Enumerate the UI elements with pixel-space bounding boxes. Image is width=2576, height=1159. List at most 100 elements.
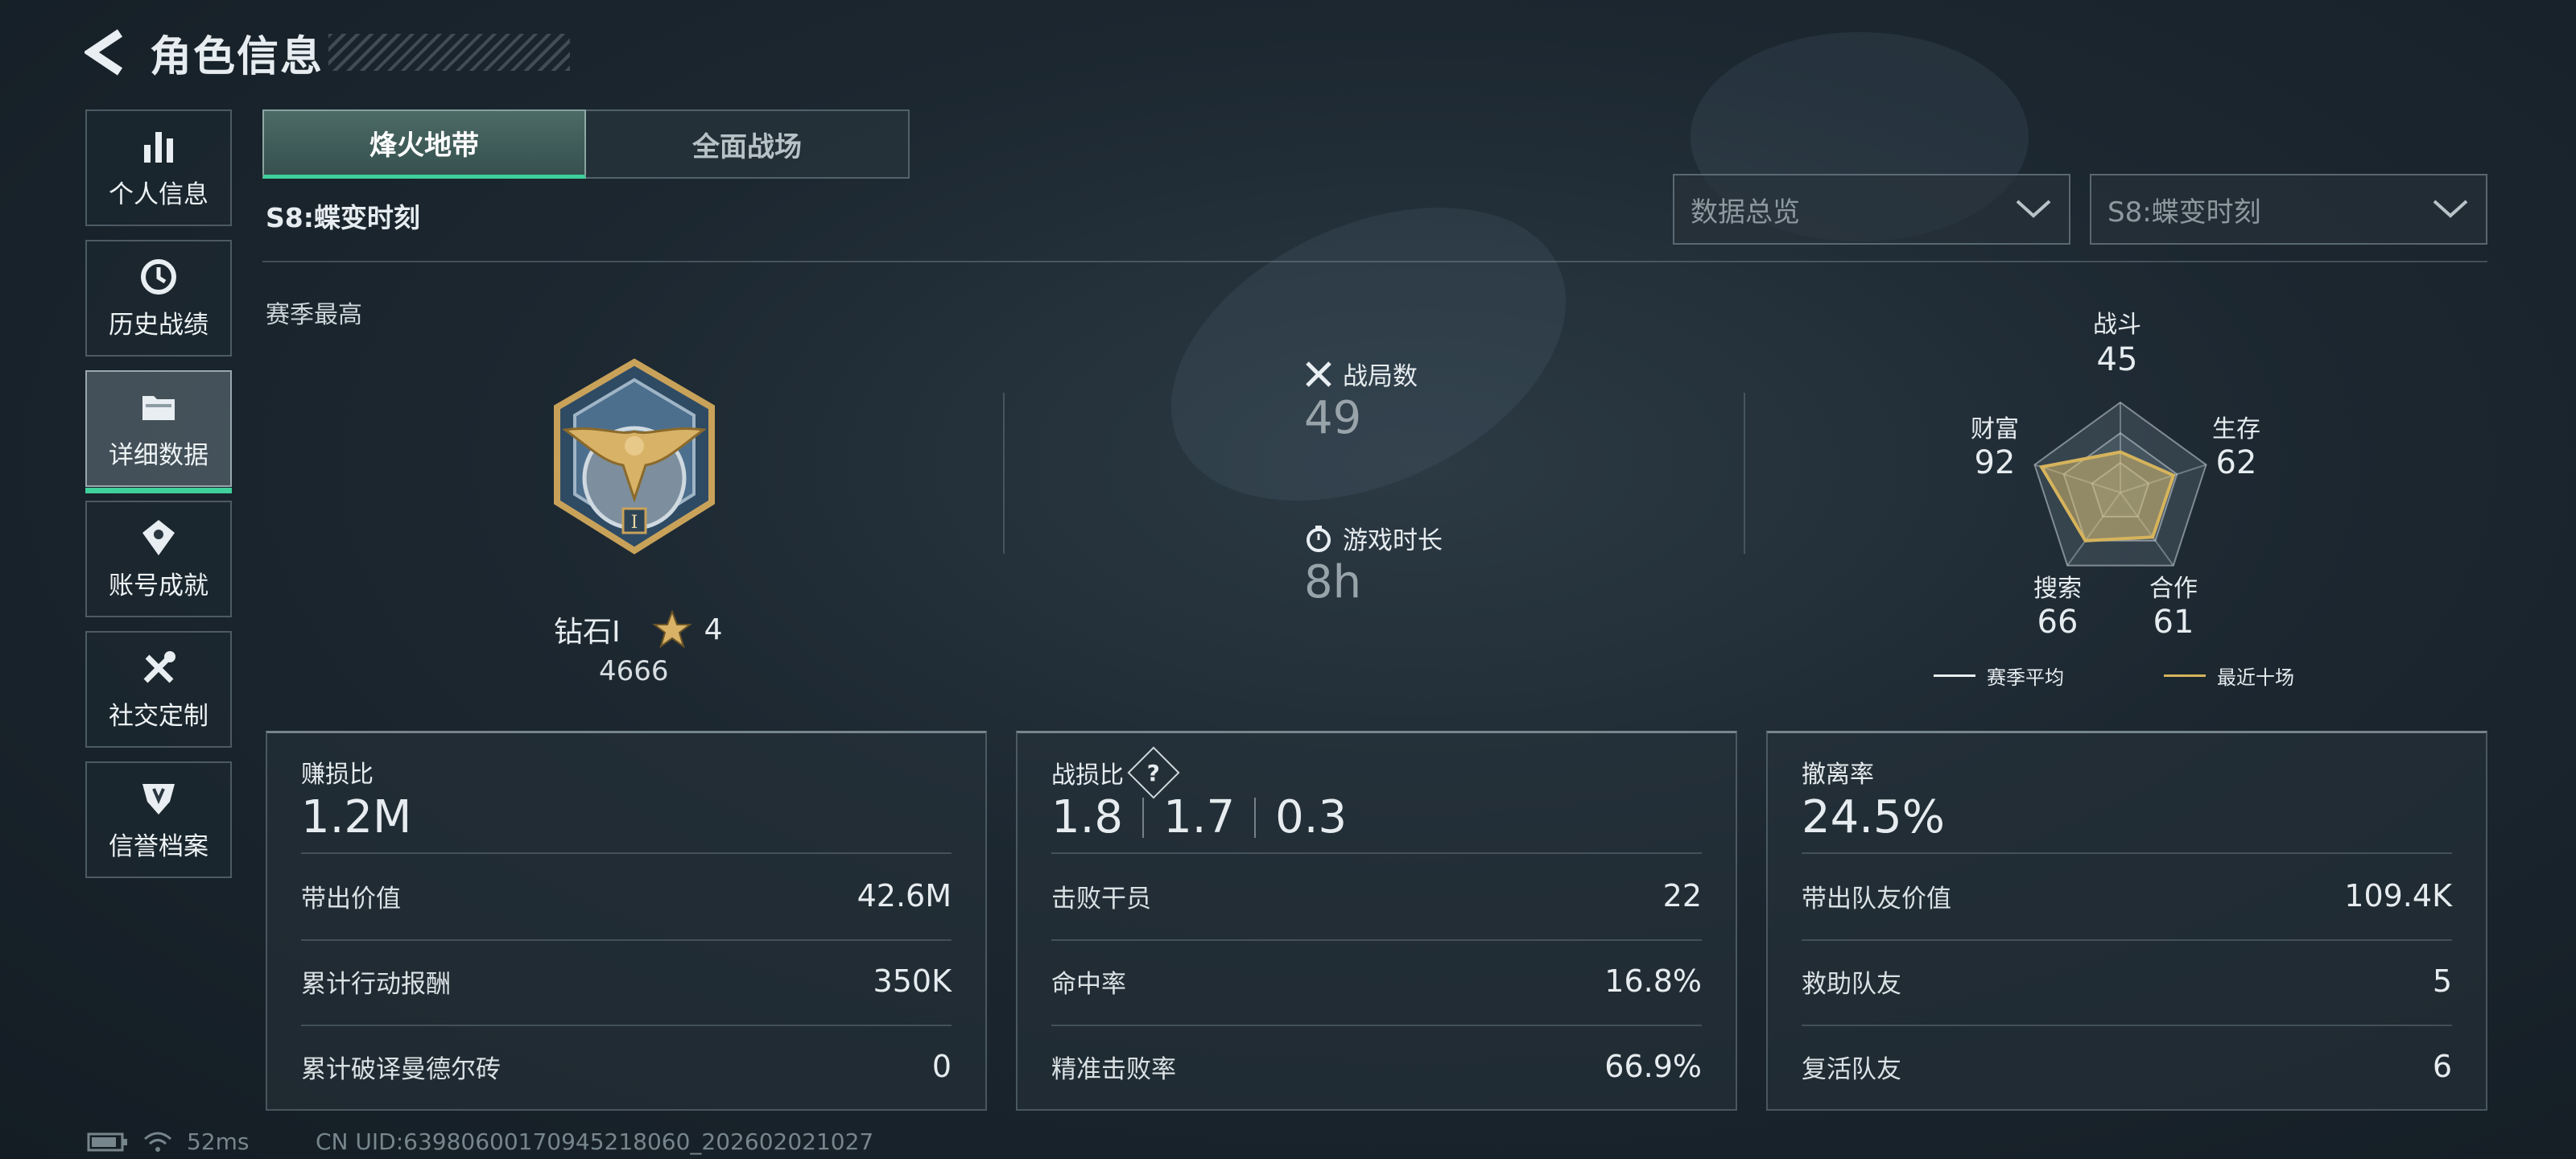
matches-value: 49 <box>1304 392 1362 444</box>
kd-value: 1.8 <box>1051 791 1124 843</box>
history-clock-icon <box>141 259 176 295</box>
nav-item-personal-info[interactable]: 个人信息 <box>85 109 232 226</box>
row-value: 5 <box>2432 963 2452 999</box>
stat-row: 带出价值 42.6M <box>301 872 952 920</box>
divider <box>301 852 952 854</box>
legend-season-avg: 赛季平均 <box>1934 662 2064 690</box>
back-arrow-icon <box>85 29 123 76</box>
legend-label: 赛季平均 <box>1987 666 2064 689</box>
divider <box>1744 393 1745 554</box>
rank-info: 钻石Ⅰ 4 <box>554 608 723 650</box>
divider <box>262 261 2487 262</box>
nav-label: 个人信息 <box>109 180 208 209</box>
row-value: 0 <box>931 1049 952 1084</box>
view-dropdown[interactable]: 数据总览 <box>1673 174 2070 245</box>
row-label: 累计行动报酬 <box>301 969 451 999</box>
radar-label-survival: 生存 <box>2212 415 2260 443</box>
panel-value: 1.2M <box>301 791 412 843</box>
rank-stars: 4 <box>704 612 723 646</box>
stat-row: 带出队友价值 109.4K <box>1802 872 2452 920</box>
page-title: 角色信息 <box>150 32 324 81</box>
rank-name: 钻石Ⅰ <box>554 616 621 649</box>
status-bar: 52ms <box>87 1128 250 1155</box>
row-label: 击败干员 <box>1051 884 1151 914</box>
chevron-down-icon <box>2433 200 2468 218</box>
radar-value-cooperation: 61 <box>2153 604 2194 641</box>
battery-icon <box>87 1132 127 1151</box>
radar-label-combat: 战斗 <box>2093 311 2141 339</box>
stat-row: 复活队友 6 <box>1802 1042 2452 1091</box>
side-nav: 个人信息 历史战绩 详细数据 账号成就 社交定制 信誉档案 <box>85 109 232 892</box>
row-label: 复活队友 <box>1802 1054 1901 1084</box>
ping-value: 52ms <box>187 1128 250 1155</box>
nav-item-detailed-data[interactable]: 详细数据 <box>85 370 232 493</box>
nav-label: 历史战绩 <box>109 311 208 340</box>
nav-item-credit[interactable]: 信誉档案 <box>85 761 232 878</box>
credit-shield-icon <box>142 784 175 815</box>
panel-title: 撤离率 <box>1802 761 1874 789</box>
nav-label: 信誉档案 <box>109 832 208 861</box>
divider <box>1802 1025 2452 1026</box>
legend-recent-ten: 最近十场 <box>2164 662 2294 690</box>
chevron-down-icon <box>2016 200 2051 218</box>
divider <box>1051 852 1702 854</box>
bar-chart-icon <box>144 132 173 163</box>
radar-value-wealth: 92 <box>1974 444 2016 481</box>
profit-panel: 赚损比 1.2M 带出价值 42.6M 累计行动报酬 350K 累计破译曼德尔砖 0 <box>266 731 987 1111</box>
extract-panel: 撤离率 24.5% 带出队友价值 109.4K 救助队友 5 复活队友 6 <box>1766 731 2487 1111</box>
season-dropdown[interactable]: S8:蝶变时刻 <box>2090 174 2487 245</box>
row-value: 6 <box>2432 1049 2452 1084</box>
divider <box>1051 1025 1702 1026</box>
playtime-value: 8h <box>1304 556 1362 608</box>
uid-text: CN UID:63980600170945218060_202602021027 <box>316 1128 874 1155</box>
dropdown-value: 数据总览 <box>1690 196 1800 229</box>
divider <box>301 1025 952 1026</box>
radar-label-cooperation: 合作 <box>2149 575 2198 603</box>
divider <box>301 939 952 941</box>
row-value: 350K <box>873 963 952 999</box>
tab-beacon-zone[interactable]: 烽火地带 <box>262 109 586 179</box>
legend-line <box>2164 674 2206 677</box>
title-decoration <box>328 34 571 71</box>
panel-value: 24.5% <box>1802 791 1945 843</box>
row-label: 累计破译曼德尔砖 <box>301 1054 501 1084</box>
row-label: 带出队友价值 <box>1802 884 1951 914</box>
nav-item-history[interactable]: 历史战绩 <box>85 240 232 357</box>
playtime-label: 游戏时长 <box>1343 526 1443 555</box>
panel-title: 战损比 <box>1051 761 1124 790</box>
crossed-swords-icon <box>1306 361 1331 387</box>
stopwatch-icon <box>1307 525 1331 552</box>
row-value: 42.6M <box>857 878 952 914</box>
nav-label: 账号成就 <box>109 571 208 600</box>
nav-label: 详细数据 <box>109 441 208 470</box>
stat-row: 击败干员 22 <box>1051 872 1702 920</box>
row-label: 救助队友 <box>1802 969 1901 999</box>
row-value: 16.8% <box>1604 963 1702 999</box>
stat-row: 救助队友 5 <box>1802 957 2452 1005</box>
stat-row: 累计行动报酬 350K <box>301 957 952 1005</box>
background-shape <box>1124 149 1613 559</box>
row-label: 带出价值 <box>301 884 401 914</box>
radar-label-wealth: 财富 <box>1971 415 2019 443</box>
radar-value-survival: 62 <box>2215 444 2257 481</box>
legend-line <box>1934 674 1975 677</box>
stat-row: 累计破译曼德尔砖 0 <box>301 1042 952 1091</box>
nav-item-achievements[interactable]: 账号成就 <box>85 501 232 617</box>
row-value: 109.4K <box>2344 878 2452 914</box>
divider <box>1003 393 1005 554</box>
wifi-icon <box>144 1132 171 1152</box>
nav-item-social[interactable]: 社交定制 <box>85 631 232 748</box>
kd-value: 1.7 <box>1163 791 1236 843</box>
tab-full-battle[interactable]: 全面战场 <box>586 109 910 179</box>
kd-panel: 战损比 ? 1.8 1.7 0.3 击败干员 22 命中率 16.8% 精准击败率 6… <box>1016 731 1737 1111</box>
nav-label: 社交定制 <box>109 702 208 731</box>
kd-value: 0.3 <box>1275 791 1348 843</box>
row-label: 命中率 <box>1051 969 1126 999</box>
svg-text:I: I <box>631 513 638 533</box>
legend-label: 最近十场 <box>2217 666 2294 689</box>
matches-label: 战局数 <box>1343 362 1418 391</box>
back-button[interactable] <box>80 27 132 78</box>
playtime-stat: 游戏时长 8h <box>1304 520 1443 608</box>
row-value: 22 <box>1662 878 1702 914</box>
dropdown-value: S8:蝶变时刻 <box>2107 196 2261 229</box>
